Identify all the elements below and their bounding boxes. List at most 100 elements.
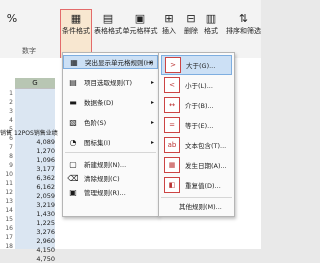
delete-label: 删除: [184, 27, 198, 35]
row-number[interactable]: 14: [0, 207, 13, 214]
row-number[interactable]: 4: [0, 117, 13, 124]
menu-item-color-scales[interactable]: ▧ 色阶(S) ▸: [63, 115, 158, 129]
menu-item-label: 项目选取规则(T): [84, 79, 133, 87]
row-number[interactable]: 3: [0, 108, 13, 115]
row-number[interactable]: 10: [0, 171, 13, 178]
submenu-item-duplicate-values[interactable]: ◧ 重复值(D)...: [161, 175, 232, 195]
ribbon: % 数字 ▦ 条件格式 ▤ 表格格式 ▣ 单元格样式 ⊞ 插入 ⊟ 删除 ▥ 格…: [0, 0, 261, 59]
table-format-button[interactable]: ▤ 表格格式: [94, 10, 122, 36]
row-number[interactable]: 7: [0, 144, 13, 151]
menu-item-clear-rules[interactable]: ⌫ 清除规则(C): [63, 171, 158, 185]
row-number[interactable]: 1: [0, 90, 13, 97]
value-cell[interactable]: 4,750: [15, 255, 55, 263]
number-format-group: %: [4, 10, 20, 26]
menu-item-top-bottom-rules[interactable]: ▤ 项目选取规则(T) ▸: [63, 75, 158, 89]
submenu-item-label: 重复值(D)...: [185, 182, 221, 190]
date-occurring-icon: ▦: [164, 157, 180, 173]
number-group-label: 数字: [22, 47, 36, 55]
row-number[interactable]: 13: [0, 198, 13, 205]
submenu-item-date-occurring[interactable]: ▦ 发生日期(A)...: [161, 155, 232, 175]
submenu-item-between[interactable]: ↔ 介于(B)...: [161, 95, 232, 115]
row-number[interactable]: 9: [0, 162, 13, 169]
header-right-cell[interactable]: 12POS销售业绩: [14, 128, 58, 137]
column-header-g[interactable]: G: [15, 78, 55, 89]
manage-rules-icon: ▣: [69, 187, 77, 197]
value-cell[interactable]: 1,225: [15, 219, 55, 227]
submenu-item-label: 发生日期(A)...: [185, 162, 227, 170]
value-cell[interactable]: 3,276: [15, 228, 55, 236]
value-cell[interactable]: 3,177: [15, 165, 55, 173]
value-cell[interactable]: 6,362: [15, 174, 55, 182]
row-number[interactable]: 8: [0, 153, 13, 160]
conditional-format-icon: ▦: [70, 11, 82, 25]
menu-item-label: 色阶(S): [84, 119, 107, 127]
submenu-item-label: 等于(E)...: [185, 122, 214, 130]
clear-rules-icon: ⌫: [67, 173, 79, 183]
submenu-item-equal-to[interactable]: = 等于(E)...: [161, 115, 232, 135]
value-cell[interactable]: 2,960: [15, 237, 55, 245]
duplicate-values-icon: ◧: [164, 177, 180, 193]
value-cell[interactable]: 1,270: [15, 147, 55, 155]
format-icon: ▥: [205, 11, 217, 25]
sort-filter-label: 排序和筛选: [226, 27, 261, 35]
menu-item-label: 图标集(I): [84, 139, 111, 147]
more-rules-item[interactable]: 其他规则(M)...: [179, 201, 222, 211]
value-cell[interactable]: 3,219: [15, 201, 55, 209]
menu-item-label: 突出显示单元格规则(H): [85, 59, 154, 67]
between-icon: ↔: [164, 97, 180, 113]
menu-separator: [65, 152, 156, 153]
menu-item-icon-sets[interactable]: ◔ 图标集(I) ▸: [63, 135, 158, 149]
row-number[interactable]: 12: [0, 189, 13, 196]
sort-filter-button[interactable]: ⇅ 排序和筛选: [226, 10, 261, 36]
submenu-item-greater-than[interactable]: > 大于(G)...: [161, 55, 232, 75]
delete-button[interactable]: ⊟ 删除: [180, 10, 202, 36]
submenu-arrow-icon: ▸: [150, 118, 154, 126]
submenu-item-less-than[interactable]: < 小于(L)...: [161, 75, 232, 95]
submenu-arrow-icon: ▸: [150, 98, 154, 106]
row-number[interactable]: 11: [0, 180, 13, 187]
top-bottom-rules-icon: ▤: [69, 77, 77, 87]
submenu-arrow-icon: ▸: [149, 58, 153, 66]
header-left-cell[interactable]: 销售: [0, 128, 12, 137]
table-format-icon: ▤: [102, 11, 114, 25]
value-cell[interactable]: 6,162: [15, 183, 55, 191]
sort-filter-icon: ⇅: [238, 11, 249, 25]
less-than-icon: <: [164, 77, 180, 93]
row-number[interactable]: 16: [0, 225, 13, 232]
menu-item-data-bars[interactable]: ▬ 数据条(D) ▸: [63, 95, 158, 109]
value-cell[interactable]: 1,096: [15, 156, 55, 164]
new-rule-icon: ▢: [69, 159, 77, 169]
insert-button[interactable]: ⊞ 插入: [158, 10, 180, 36]
row-number[interactable]: 17: [0, 234, 13, 241]
menu-item-manage-rules[interactable]: ▣ 管理规则(R)...: [63, 185, 158, 199]
format-label: 格式: [204, 27, 218, 35]
submenu-item-label: 小于(L)...: [185, 82, 213, 90]
submenu-separator: [161, 197, 232, 198]
format-button[interactable]: ▥ 格式: [200, 10, 222, 36]
menu-item-label: 清除规则(C): [84, 175, 120, 183]
submenu-arrow-icon: ▸: [150, 138, 154, 146]
menu-item-new-rule[interactable]: ▢ 新建规则(N)...: [63, 157, 158, 171]
conditional-format-menu: ▦ 突出显示单元格规则(H) ▸ ▤ 项目选取规则(T) ▸ ▬ 数据条(D) ▸ ▧ 色阶(S) ▸…: [62, 52, 159, 217]
menu-item-label: 新建规则(N)...: [84, 161, 127, 169]
highlight-rules-icon: ▦: [70, 57, 78, 67]
row-number[interactable]: 15: [0, 216, 13, 223]
menu-item-highlight-rules[interactable]: ▦ 突出显示单元格规则(H) ▸: [63, 55, 158, 69]
menu-item-label: 数据条(D): [84, 99, 114, 107]
delete-icon: ⊟: [186, 11, 196, 25]
row-number[interactable]: 2: [0, 99, 13, 106]
menu-item-label: 管理规则(R)...: [84, 189, 126, 197]
value-cell[interactable]: 2,059: [15, 192, 55, 200]
color-scales-icon: ▧: [69, 117, 77, 127]
cell-style-button[interactable]: ▣ 单元格样式: [121, 10, 159, 36]
submenu-item-label: 介于(B)...: [185, 102, 214, 110]
insert-icon: ⊞: [164, 11, 174, 25]
number-format-icon: %: [6, 11, 18, 25]
value-cell[interactable]: 4,150: [15, 246, 55, 254]
submenu-item-text-contains[interactable]: ab 文本包含(T)...: [161, 135, 232, 155]
cell-style-label: 单元格样式: [122, 27, 158, 35]
submenu-arrow-icon: ▸: [150, 78, 154, 86]
insert-label: 插入: [162, 27, 176, 35]
value-cell[interactable]: 1,430: [15, 210, 55, 218]
value-cell[interactable]: 4,089: [15, 138, 55, 146]
